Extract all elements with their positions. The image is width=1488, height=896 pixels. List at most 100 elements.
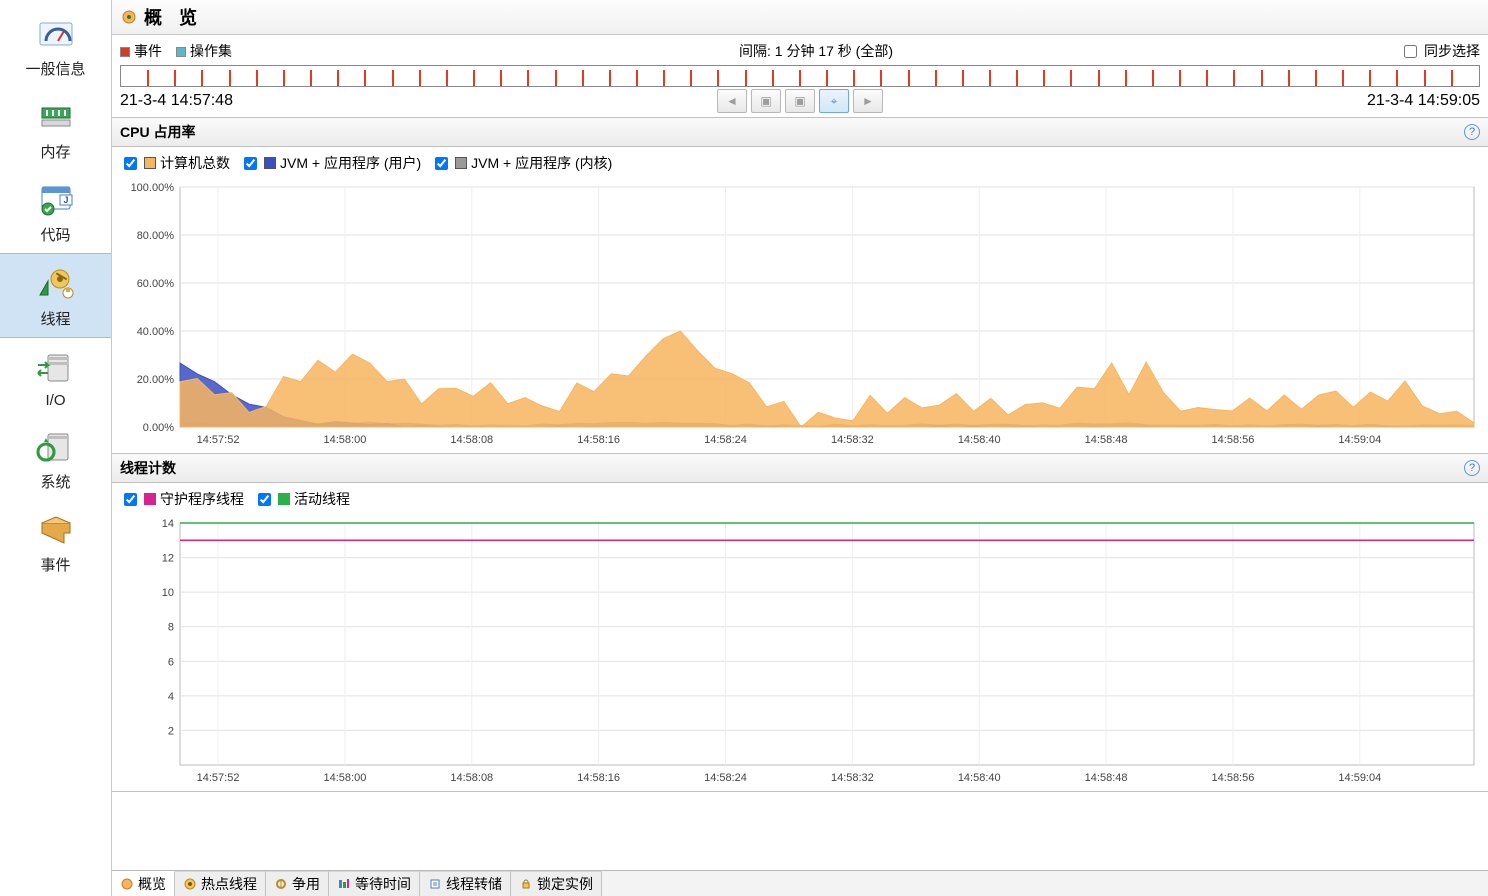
- tab-label: 热点线程: [201, 874, 257, 894]
- io-icon: [32, 348, 80, 388]
- timeline: 事件 操作集 间隔: 1 分钟 17 秒 (全部) 同步选择 21-3-4 14…: [112, 35, 1488, 118]
- tab-4[interactable]: 线程转储: [420, 871, 511, 896]
- timeline-tick: [1369, 70, 1396, 86]
- svg-text:J: J: [63, 195, 68, 205]
- nav-zoom-users-button[interactable]: ▣: [785, 89, 815, 113]
- nav-zoom-add-button[interactable]: ⌖: [819, 89, 849, 113]
- svg-text:10: 10: [162, 587, 174, 599]
- timeline-tick: [1396, 70, 1423, 86]
- svg-text:14:58:24: 14:58:24: [704, 772, 747, 784]
- timeline-tick: [1152, 70, 1179, 86]
- tab-1[interactable]: 热点线程: [175, 871, 266, 896]
- legend-checkbox[interactable]: [124, 493, 137, 506]
- nav-next-button[interactable]: ►: [853, 89, 883, 113]
- timeline-tick: [989, 70, 1016, 86]
- timeline-tick: [1261, 70, 1288, 86]
- sidebar-item-2[interactable]: J 代码: [0, 170, 111, 253]
- sidebar-item-6[interactable]: 事件: [0, 500, 111, 583]
- legend-label: JVM + 应用程序 (内核): [471, 153, 612, 173]
- sidebar-item-label: 系统: [40, 471, 70, 492]
- legend-swatch: [144, 157, 156, 169]
- timeline-tick: [1125, 70, 1152, 86]
- legend-ops-label: 操作集: [190, 43, 232, 59]
- svg-text:14:58:40: 14:58:40: [958, 434, 1001, 446]
- overview-icon: [120, 8, 138, 26]
- tab-3[interactable]: 等待时间: [329, 871, 420, 896]
- sidebar-item-label: 线程: [40, 308, 70, 329]
- sidebar-item-label: 事件: [40, 554, 70, 575]
- svg-text:6: 6: [168, 656, 174, 668]
- overview-icon: [120, 877, 134, 891]
- cpu-panel-title: CPU 占用率: [120, 122, 195, 142]
- timeline-tick: [201, 70, 228, 86]
- legend-item[interactable]: JVM + 应用程序 (用户): [240, 153, 421, 173]
- sidebar-item-label: 代码: [40, 224, 70, 245]
- thread-legend: 守护程序线程 活动线程: [112, 483, 1488, 509]
- timeline-tick: [880, 70, 907, 86]
- timeline-tick: [1070, 70, 1097, 86]
- timeline-tick: [1288, 70, 1315, 86]
- tab-2[interactable]: 争用: [266, 871, 329, 896]
- lock-icon: [519, 877, 533, 891]
- legend-checkbox[interactable]: [124, 157, 137, 170]
- legend-checkbox[interactable]: [258, 493, 271, 506]
- timeline-tick: [229, 70, 256, 86]
- nav-prev-button[interactable]: ◄: [717, 89, 747, 113]
- timeline-tick: [473, 70, 500, 86]
- timeline-tick: [446, 70, 473, 86]
- sync-label: 同步选择: [1424, 41, 1480, 61]
- cpu-panel: CPU 占用率 ? 计算机总数 JVM + 应用程序 (用户) JVM + 应用…: [112, 118, 1488, 454]
- sidebar-item-0[interactable]: 一般信息: [0, 4, 111, 87]
- timeline-tick: [690, 70, 717, 86]
- code-icon: J: [32, 180, 80, 220]
- timeline-tick: [908, 70, 935, 86]
- timeline-tick: [772, 70, 799, 86]
- timeline-start: 21-3-4 14:57:48: [120, 92, 233, 110]
- sidebar-item-3[interactable]: 线程: [0, 253, 111, 338]
- sync-select[interactable]: 同步选择: [1400, 41, 1480, 61]
- timeline-tick: [419, 70, 446, 86]
- hot-thread-icon: [183, 877, 197, 891]
- interval-label: 间隔: 1 分钟 17 秒 (全部): [232, 41, 1400, 61]
- wait-time-icon: [337, 877, 351, 891]
- sidebar-item-label: 内存: [40, 141, 70, 162]
- svg-text:14:59:04: 14:59:04: [1338, 434, 1381, 446]
- legend-item[interactable]: JVM + 应用程序 (内核): [431, 153, 612, 173]
- legend-label: 活动线程: [294, 489, 350, 509]
- timeline-tick: [745, 70, 772, 86]
- sidebar-item-5[interactable]: 系统: [0, 417, 111, 500]
- timeline-tick: [962, 70, 989, 86]
- help-icon[interactable]: ?: [1464, 124, 1480, 140]
- timeline-tick: [527, 70, 554, 86]
- legend-item[interactable]: 守护程序线程: [120, 489, 244, 509]
- legend-item[interactable]: 计算机总数: [120, 153, 230, 173]
- tab-label: 等待时间: [355, 874, 411, 894]
- svg-text:4: 4: [168, 691, 174, 703]
- sync-checkbox[interactable]: [1404, 45, 1417, 58]
- legend-item[interactable]: 活动线程: [254, 489, 350, 509]
- bottom-tabs: 概览 热点线程 争用 等待时间线程转储锁定实例: [112, 870, 1488, 896]
- thread-panel: 线程计数 ? 守护程序线程 活动线程 246810121414:57:5214:…: [112, 454, 1488, 792]
- legend-swatch: [455, 157, 467, 169]
- timeline-tick: [392, 70, 419, 86]
- legend-swatch: [278, 493, 290, 505]
- sidebar-item-4[interactable]: I/O: [0, 338, 111, 417]
- svg-text:20.00%: 20.00%: [137, 374, 175, 386]
- threads-icon: [32, 264, 80, 304]
- tab-5[interactable]: 锁定实例: [511, 871, 602, 896]
- thread-panel-head: 线程计数 ?: [112, 454, 1488, 483]
- thread-panel-title: 线程计数: [120, 458, 176, 478]
- timeline-ticks[interactable]: [120, 65, 1480, 87]
- tab-0[interactable]: 概览: [112, 871, 175, 896]
- tab-label: 争用: [292, 874, 320, 894]
- timeline-tick: [1098, 70, 1125, 86]
- sidebar-item-1[interactable]: 内存: [0, 87, 111, 170]
- legend-label: 守护程序线程: [160, 489, 244, 509]
- timeline-tick: [609, 70, 636, 86]
- nav-zoom-user-button[interactable]: ▣: [751, 89, 781, 113]
- cpu-legend: 计算机总数 JVM + 应用程序 (用户) JVM + 应用程序 (内核): [112, 147, 1488, 173]
- timeline-tick: [337, 70, 364, 86]
- help-icon[interactable]: ?: [1464, 460, 1480, 476]
- legend-checkbox[interactable]: [244, 157, 257, 170]
- legend-checkbox[interactable]: [435, 157, 448, 170]
